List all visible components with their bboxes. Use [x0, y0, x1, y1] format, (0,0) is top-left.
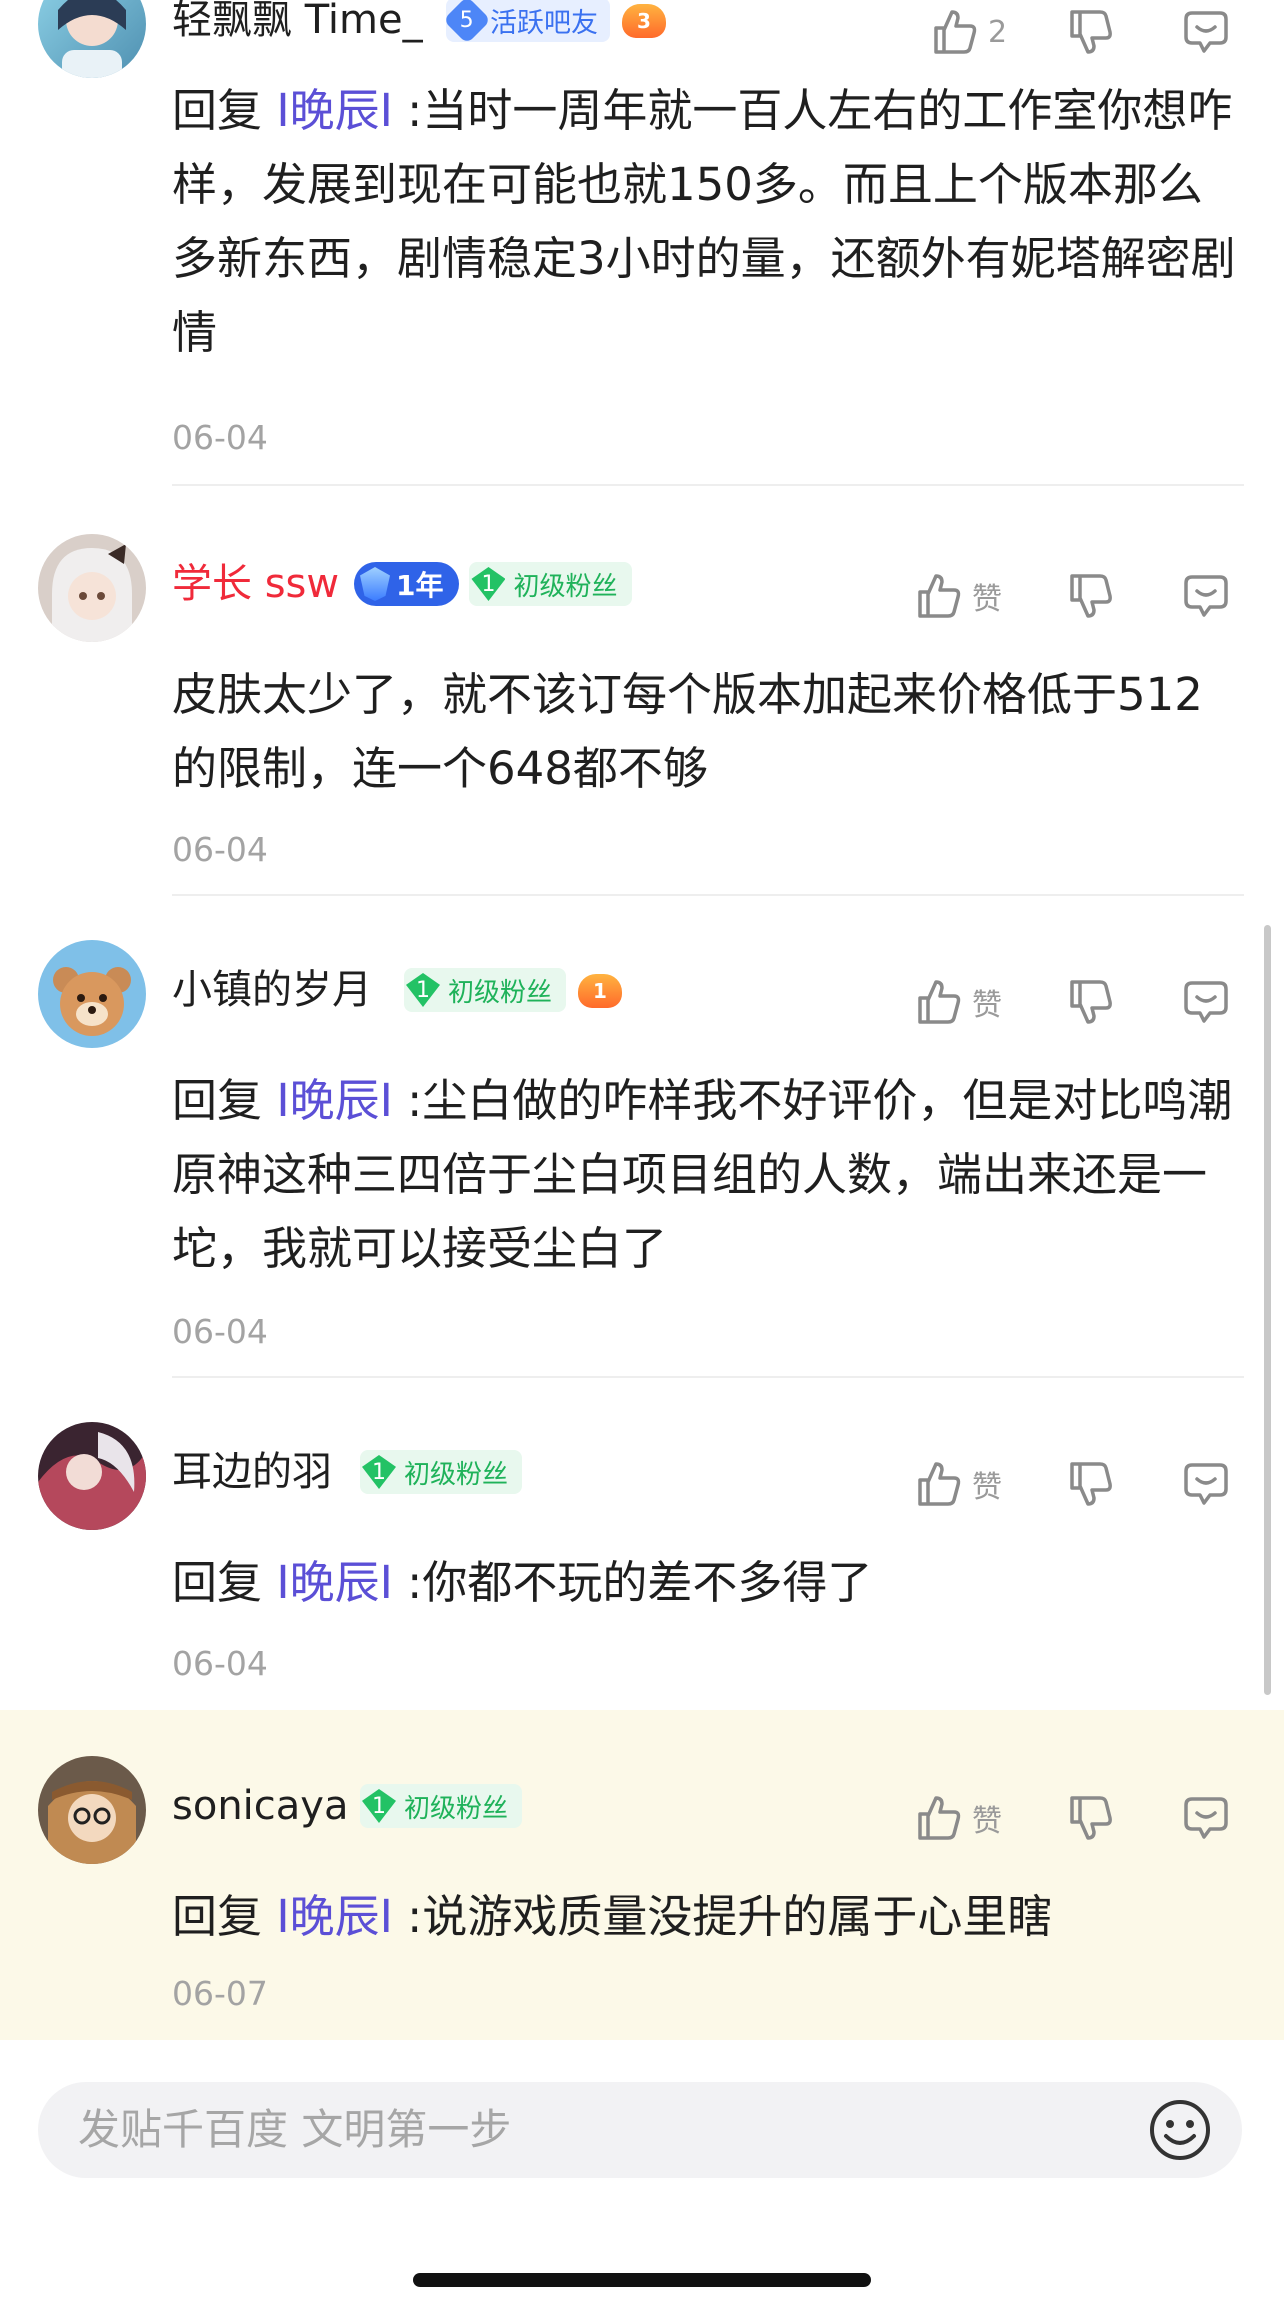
thumb-up-icon	[934, 10, 977, 54]
comment-text: 回复 I晚辰I :当时一周年就一百人左右的工作室你想咋样，发展到现在可能也就15…	[172, 84, 1236, 359]
comment-text: 回复 I晚辰I :说游戏质量没提升的属于心里瞎	[172, 1890, 1053, 1943]
reply-icon	[1184, 981, 1228, 1023]
fan-badge: 1 初级粉丝	[469, 562, 632, 606]
like-label: 赞	[972, 988, 1002, 1023]
comment-date: 06-07	[172, 1974, 268, 2013]
avatar[interactable]	[38, 940, 146, 1048]
like-button[interactable]: 赞	[916, 1454, 1002, 1514]
comment-item-highlighted: sonicaya 1 初级粉丝 赞 回复 I晚辰I :说游戏质量没提升的属于心里…	[0, 1710, 1284, 2040]
reply-icon	[1184, 11, 1228, 53]
username[interactable]: 小镇的岁月	[172, 962, 372, 1018]
comment-item: 轻飘飘 Time_ 5 活跃吧友 3 2 回复 I晚辰I :当时一周年就一百人左…	[0, 0, 1284, 490]
like-button[interactable]: 赞	[916, 566, 1002, 626]
thumb-up-icon	[918, 980, 961, 1024]
comment-item: 耳边的羽 1 初级粉丝 赞 回复 I晚辰I :你都不玩的差不多得了 06-04	[0, 1422, 1284, 1702]
active-member-badge: 5 活跃吧友	[442, 0, 610, 45]
divider	[172, 484, 1244, 486]
comment-text: 回复 I晚辰I :你都不玩的差不多得了	[172, 1556, 873, 1609]
avatar[interactable]	[38, 0, 146, 78]
username[interactable]: 轻飘飘 Time_	[172, 0, 423, 48]
comment-item: 小镇的岁月 1 初级粉丝 1 赞 回复 I晚辰I :尘白做的咋样我不好评价，但是…	[0, 940, 1284, 1380]
thumb-down-icon	[1070, 1462, 1112, 1506]
username[interactable]: 学长 ssw	[172, 556, 339, 612]
reply-button[interactable]	[1182, 566, 1230, 626]
like-count: 2	[988, 14, 1008, 50]
like-label: 赞	[972, 1804, 1002, 1839]
like-button[interactable]: 赞	[916, 972, 1002, 1032]
home-indicator[interactable]	[413, 2273, 871, 2287]
dislike-button[interactable]	[1068, 566, 1114, 626]
fan-badge: 1 初级粉丝	[360, 1784, 523, 1828]
scrollbar[interactable]	[1264, 925, 1271, 1695]
member-year-badge: 1年	[354, 562, 460, 606]
comment-text: 皮肤太少了，就不该订每个版本加起来价格低于512的限制，连一个648都不够	[172, 668, 1203, 795]
avatar[interactable]	[38, 1756, 146, 1864]
reply-button[interactable]	[1182, 1454, 1230, 1514]
reply-icon	[1184, 1797, 1228, 1839]
thumb-down-icon	[1070, 574, 1112, 618]
reply-button[interactable]	[1182, 972, 1230, 1032]
comment-input[interactable]: 发贴千百度 文明第一步	[38, 2082, 1242, 2178]
mention-link[interactable]: I晚辰I	[276, 1890, 393, 1943]
level-badge: 1	[576, 968, 624, 1012]
comment-date: 06-04	[172, 418, 268, 457]
dislike-button[interactable]	[1068, 1454, 1114, 1514]
comment-date: 06-04	[172, 830, 268, 869]
reply-icon	[1184, 575, 1228, 617]
mention-link[interactable]: I晚辰I	[276, 1556, 393, 1609]
avatar[interactable]	[38, 1422, 146, 1530]
reply-button[interactable]	[1182, 2, 1230, 62]
like-label: 赞	[972, 582, 1002, 617]
comment-date: 06-04	[172, 1312, 268, 1351]
dislike-button[interactable]	[1068, 972, 1114, 1032]
thumb-up-icon	[918, 574, 961, 618]
reply-icon	[1184, 1463, 1228, 1505]
comment-text: 回复 I晚辰I :尘白做的咋样我不好评价，但是对比鸣潮原神这种三四倍于尘白项目组…	[172, 1074, 1233, 1275]
fan-badge: 1 初级粉丝	[360, 1450, 523, 1494]
mention-link[interactable]: I晚辰I	[276, 1074, 393, 1127]
comment-item: 学长 ssw 1年 1 初级粉丝 赞 皮肤太少了，就不该订每个版本加起来价格低于…	[0, 534, 1284, 896]
reply-button[interactable]	[1182, 1788, 1230, 1848]
mention-link[interactable]: I晚辰I	[276, 84, 393, 137]
like-button[interactable]: 2	[932, 2, 1007, 62]
thumb-down-icon	[1070, 980, 1112, 1024]
thumb-down-icon	[1070, 10, 1112, 54]
comment-date: 06-04	[172, 1644, 268, 1683]
level-badge: 3	[620, 0, 668, 42]
like-button[interactable]: 赞	[916, 1788, 1002, 1848]
divider	[172, 894, 1244, 896]
like-label: 赞	[972, 1470, 1002, 1505]
thumb-down-icon	[1070, 1796, 1112, 1840]
emoji-button[interactable]	[1148, 2098, 1212, 2162]
thumb-up-icon	[918, 1462, 961, 1506]
username[interactable]: sonicaya	[172, 1778, 348, 1834]
divider	[172, 1376, 1244, 1378]
dislike-button[interactable]	[1068, 2, 1114, 62]
thumb-up-icon	[918, 1796, 961, 1840]
fan-badge: 1 初级粉丝	[404, 968, 567, 1012]
username[interactable]: 耳边的羽	[172, 1444, 332, 1500]
emoji-icon	[1150, 2100, 1210, 2160]
dislike-button[interactable]	[1068, 1788, 1114, 1848]
avatar[interactable]	[38, 534, 146, 642]
